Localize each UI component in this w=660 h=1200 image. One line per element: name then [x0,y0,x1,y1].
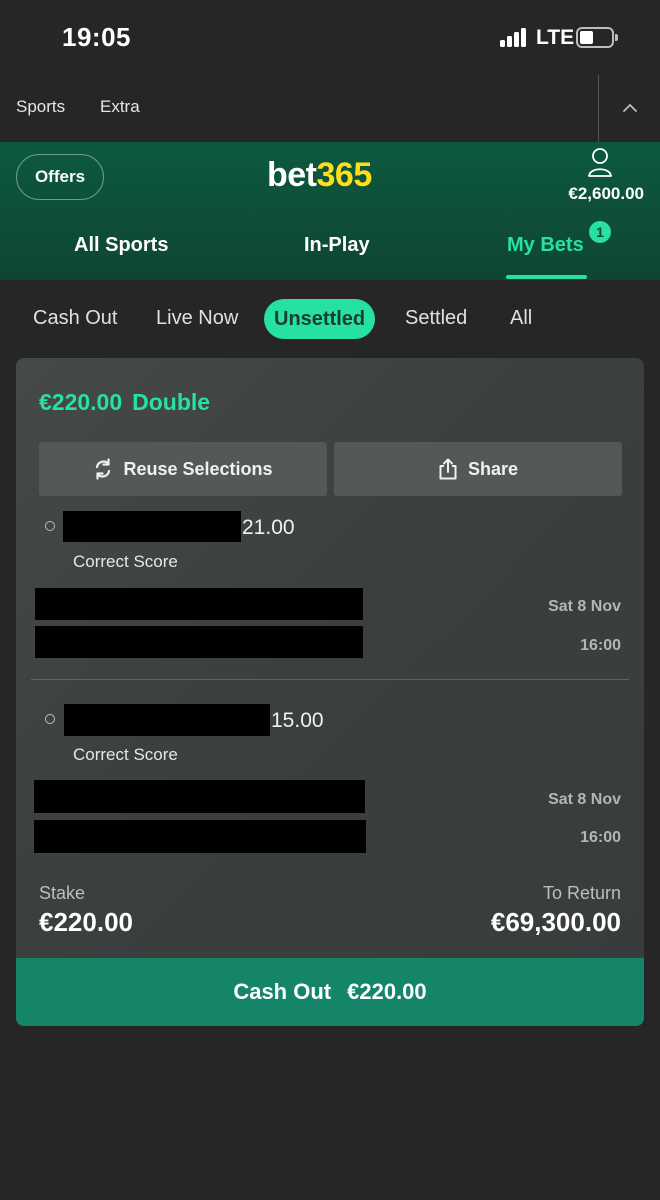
redacted-event-team-1 [35,588,363,620]
user-icon[interactable] [587,146,613,178]
offers-button[interactable]: Offers [16,154,104,200]
redacted-event-team-1 [34,780,365,813]
filter-unsettled[interactable]: Unsettled [264,299,376,339]
topnav-sports[interactable]: Sports [16,97,65,117]
bet-card: €220.00 Double Reuse Selections Share 21.… [16,358,644,1026]
tab-all-sports[interactable]: All Sports [74,234,168,257]
filter-all[interactable]: All [510,307,532,330]
my-bets-count-badge: 1 [589,221,611,243]
selection-odds: 15.00 [271,709,324,732]
bet-title: €220.00 Double [39,389,210,416]
logo-text-365: 365 [316,156,373,194]
selection-status-icon [45,714,55,724]
selection-market: Correct Score [73,745,178,764]
filter-cash-out[interactable]: Cash Out [33,307,117,330]
refresh-icon [96,458,111,480]
filter-live-now[interactable]: Live Now [156,307,238,330]
redacted-selection-name [64,704,270,736]
reuse-selections-button[interactable]: Reuse Selections [39,442,327,496]
selection-time: 16:00 [580,637,621,654]
top-nav: Sports Extra [0,75,660,142]
selection-date: Sat 8 Nov [548,791,621,808]
to-return-value: €69,300.00 [490,907,621,937]
stake-value: €220.00 [39,907,133,937]
bet-type: Double [132,389,211,415]
cash-out-amount: €220.00 [347,979,427,1004]
redacted-selection-name [63,511,241,542]
status-bar: 19:05 LTE [0,0,660,75]
signal-icon [500,27,532,47]
topnav-divider [598,75,599,142]
active-tab-indicator [506,275,587,279]
selection-status-icon [45,521,55,531]
topnav-extra[interactable]: Extra [100,97,140,117]
selection-market: Correct Score [73,552,178,571]
share-label: Share [467,458,519,479]
selection-divider [31,679,629,680]
share-button[interactable]: Share [334,442,622,496]
redacted-event-team-2 [35,626,363,658]
network-label: LTE [536,26,575,49]
to-return-label: To Return [542,883,621,903]
site-header: Offers bet365 €2,600.00 All Sports In-Pl… [0,142,660,280]
reuse-selections-label: Reuse Selections [123,458,273,479]
selection-odds: 21.00 [242,516,295,539]
account-balance[interactable]: €2,600.00 [568,184,644,204]
share-icon [439,458,457,480]
battery-icon [576,27,618,48]
chevron-up-icon[interactable] [621,101,639,115]
bet365-logo[interactable]: bet365 [267,156,372,195]
selection-time: 16:00 [580,829,621,846]
logo-text-bet: bet [267,156,317,194]
selection-date: Sat 8 Nov [548,598,621,615]
cash-out-label: Cash Out [233,979,332,1004]
redacted-event-team-2 [34,820,366,853]
status-time: 19:05 [62,22,131,52]
tab-in-play[interactable]: In-Play [304,234,370,257]
tab-my-bets[interactable]: My Bets [507,234,584,257]
stake-label: Stake [39,883,86,903]
bet-amount: €220.00 [39,389,123,415]
cash-out-button[interactable]: Cash Out €220.00 [16,958,644,1026]
filter-settled[interactable]: Settled [405,307,467,330]
